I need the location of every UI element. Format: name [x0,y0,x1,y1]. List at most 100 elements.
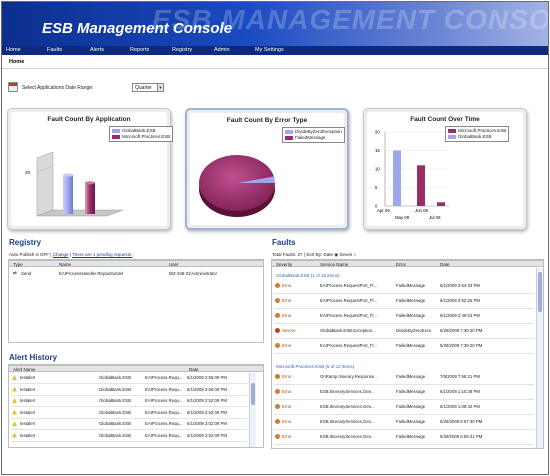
chart-floor [36,209,123,217]
scroll-thumb[interactable] [251,383,255,405]
alert-name: testalert [20,409,36,415]
bar [393,150,401,206]
fault-severity: Severe [282,328,296,333]
chart-panel-by-application: Fault Count By Application GlobalBank.ES… [7,108,174,230]
col-user[interactable]: User [169,262,179,267]
chart-over-time: 05101520 Apr 09 Jun 09 May 09 Jul 09 [375,130,449,220]
error-icon [275,374,280,379]
radio-icon[interactable]: ○ [353,252,356,257]
fault-error: FailedMessage [396,313,426,318]
fault-date: 5/29/2009 6:57:30 PM [440,419,483,424]
row-divider [11,383,247,384]
fault-group-header[interactable]: GlobalBank.ESB (1 of 15 items) [276,273,340,278]
x-tick: May 09 [395,215,410,220]
faults-scrollbar[interactable] [536,268,543,448]
nav-registry[interactable]: Registry [172,47,192,53]
legend-label: GlobalBank.ESB [458,134,492,139]
registry-status: Auto Publish is OFF | Change | There are… [9,252,133,257]
fault-group-header[interactable]: Microsoft.Practices.ESB (5 of 12 items) [276,364,354,369]
col-severity[interactable]: Severity [276,262,292,267]
nav-home[interactable]: Home [6,47,21,53]
date-range-select[interactable]: Quarter ▼ [132,83,164,92]
legend-item: Microsoft.Practices.ESB [112,134,170,140]
alert-icon [12,398,17,403]
nav-alerts[interactable]: Alerts [90,47,104,53]
col-date[interactable]: Date [440,262,450,267]
alert-date: 6/1/2009 2:52:09 PM [187,432,227,438]
row-divider [274,384,534,385]
fault-error: FailedMessage [396,434,426,439]
alert-name: testalert [20,375,36,380]
error-icon [275,419,280,424]
nav-reports[interactable]: Reports [130,47,149,53]
error-icon [275,404,280,409]
error-icon [275,298,280,303]
alert-application: GlobalBank.ESB [99,386,132,392]
faults-grid: Severity Service Name Error Date GlobalB… [271,259,544,449]
y-tick: 10 [375,167,380,172]
sort-severity-label[interactable]: Severi [339,252,352,257]
fault-service: EAIProcess.RequestPort_Fl... [320,313,378,318]
fault-severity: Error [282,434,292,439]
radio-icon[interactable]: ◉ [334,252,338,257]
chart-panel-over-time: Fault Count Over Time Microsoft.Practice… [363,108,527,230]
alert-service: EAIProcess.Requ... [145,398,183,403]
nav-admin[interactable]: Admin [214,47,230,53]
breadcrumb-bar: Home [2,55,548,69]
pending-requests-link[interactable]: There are 1 pending requests. [72,252,132,257]
col-type[interactable]: Type [13,262,23,267]
alert-date: 6/1/2009 2:55:09 PM [187,386,227,392]
chart-title-by-application: Fault Count By Application [47,116,131,123]
error-icon [275,313,280,318]
col-name[interactable]: Name [59,262,71,267]
col-error[interactable]: Error [396,262,406,267]
chevron-down-icon[interactable]: ▼ [157,84,163,91]
date-range-value: Quarter [135,85,152,91]
fault-error: FailedMessage [396,343,426,348]
alert-date: 6/1/2009 2:55:09 PM [187,375,227,380]
col-service-name[interactable]: Service Name [320,262,348,267]
error-icon [275,434,280,439]
fault-date: 7/9/2009 7:55:21 PM [440,374,480,379]
pie-group [199,155,275,211]
chart-panel-by-error-type[interactable]: Fault Count By Error Type DivideByZeroEx… [185,108,349,230]
legend-label: DivideByZeroException [295,129,342,134]
row-divider [274,444,534,445]
fault-error: FailedMessage [396,389,426,394]
bar-group [393,150,445,206]
col-alert-name[interactable]: Alert Name [13,367,36,372]
fault-service: EAIProcess.RequestPort_Fl... [320,283,378,288]
breadcrumb: Home [9,59,25,65]
nav-my-settings[interactable]: My Settings [255,47,284,53]
alert-icon [12,432,17,438]
sort-date-label[interactable]: Date [323,252,333,257]
registry-grid: Type Name User ⇄ Send EAIProcessHandler.… [8,259,264,343]
col-date[interactable]: Date [189,367,199,372]
faults-grid-header: Severity Service Name Error Date [272,260,543,267]
fault-error: FailedMessage [396,419,426,424]
chart-title-by-error-type: Fault Count By Error Type [226,117,308,124]
alert-scrollbar[interactable] [249,373,256,447]
fault-service: GlobalBank.ESB.Exception... [320,328,376,333]
alert-name: testalert [20,398,36,403]
registry-type: Send [21,271,32,276]
fault-date: 6/1/2009 2:54:33 PM [440,283,480,288]
row-divider [274,323,534,324]
fault-severity: Error [282,404,292,409]
scroll-thumb[interactable] [538,272,542,312]
error-icon [275,343,280,348]
row-divider [274,429,534,430]
error-icon [275,283,280,288]
row-divider [11,406,247,407]
fault-date: 5/29/2009 7:39:20 PM [440,343,483,348]
faults-title: Faults [272,238,296,247]
bar [63,175,73,214]
legend-swatch [112,134,120,139]
main-nav: Home Faults Alerts Reports Registry Admi… [2,46,548,55]
legend-swatch [285,135,293,140]
fault-error: FailedMessage [396,374,426,379]
nav-faults[interactable]: Faults [47,47,62,53]
alert-service: EAIProcess.Requ... [145,432,183,438]
alert-name: testalert [20,432,36,438]
change-link[interactable]: Change [53,252,69,257]
